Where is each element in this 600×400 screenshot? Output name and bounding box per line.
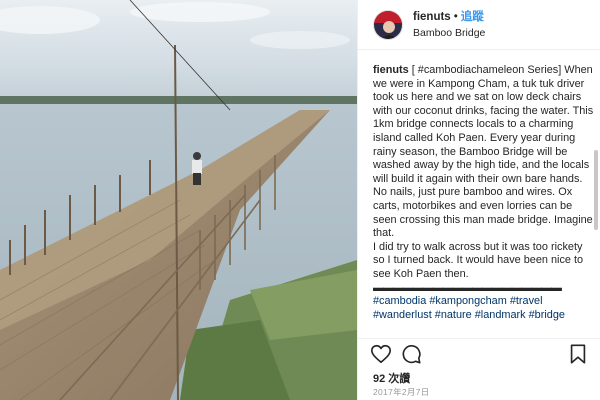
comment-icon[interactable] <box>400 343 422 365</box>
hashtag-link[interactable]: #cambodia <box>373 295 426 307</box>
username-link[interactable]: fienuts <box>413 11 451 23</box>
hashtag-link[interactable]: #travel <box>510 295 543 307</box>
caption-username[interactable]: fienuts <box>373 64 409 76</box>
heart-icon[interactable] <box>370 343 392 365</box>
avatar[interactable] <box>373 9 403 40</box>
avatar-image-icon <box>374 10 402 39</box>
header-row: fienuts • 追蹤 <box>413 9 485 25</box>
hashtag-link[interactable]: #wanderlust <box>373 309 432 321</box>
caption: fienuts [ #cambodiachameleon Series] Whe… <box>373 64 595 346</box>
post-date: 2017年2月7日 <box>373 387 430 397</box>
separator-dot: • <box>453 10 458 23</box>
post-photo[interactable] <box>0 0 357 400</box>
caption-scrollbar[interactable] <box>594 60 598 350</box>
post-header: fienuts • 追蹤 Bamboo Bridge <box>358 0 600 50</box>
bamboo-bridge-photo <box>0 0 357 400</box>
action-bar <box>358 338 600 368</box>
follow-button[interactable]: 追蹤 <box>461 11 484 23</box>
caption-divider: ▬▬▬▬▬▬▬▬▬▬▬▬▬▬▬▬▬▬▬ <box>373 281 562 294</box>
scroll-thumb[interactable] <box>594 150 598 230</box>
header-text: fienuts • 追蹤 Bamboo Bridge <box>413 9 485 41</box>
post-side-panel: fienuts • 追蹤 Bamboo Bridge fienuts [ #camb… <box>357 0 600 400</box>
hashtag-list: #cambodia #kampongcham #travel #wanderlu… <box>373 295 595 322</box>
bookmark-icon[interactable] <box>567 343 589 365</box>
hashtag-link[interactable]: #landmark <box>475 309 526 321</box>
hashtag-link[interactable]: #bridge <box>529 309 565 321</box>
like-count[interactable]: 92 次讚 <box>373 370 410 386</box>
location-link[interactable]: Bamboo Bridge <box>413 25 485 41</box>
caption-text: [ #cambodiachameleon Series] When we wer… <box>373 64 594 280</box>
hashtag-link[interactable]: #kampongcham <box>429 295 507 307</box>
hashtag-link[interactable]: #nature <box>435 309 472 321</box>
